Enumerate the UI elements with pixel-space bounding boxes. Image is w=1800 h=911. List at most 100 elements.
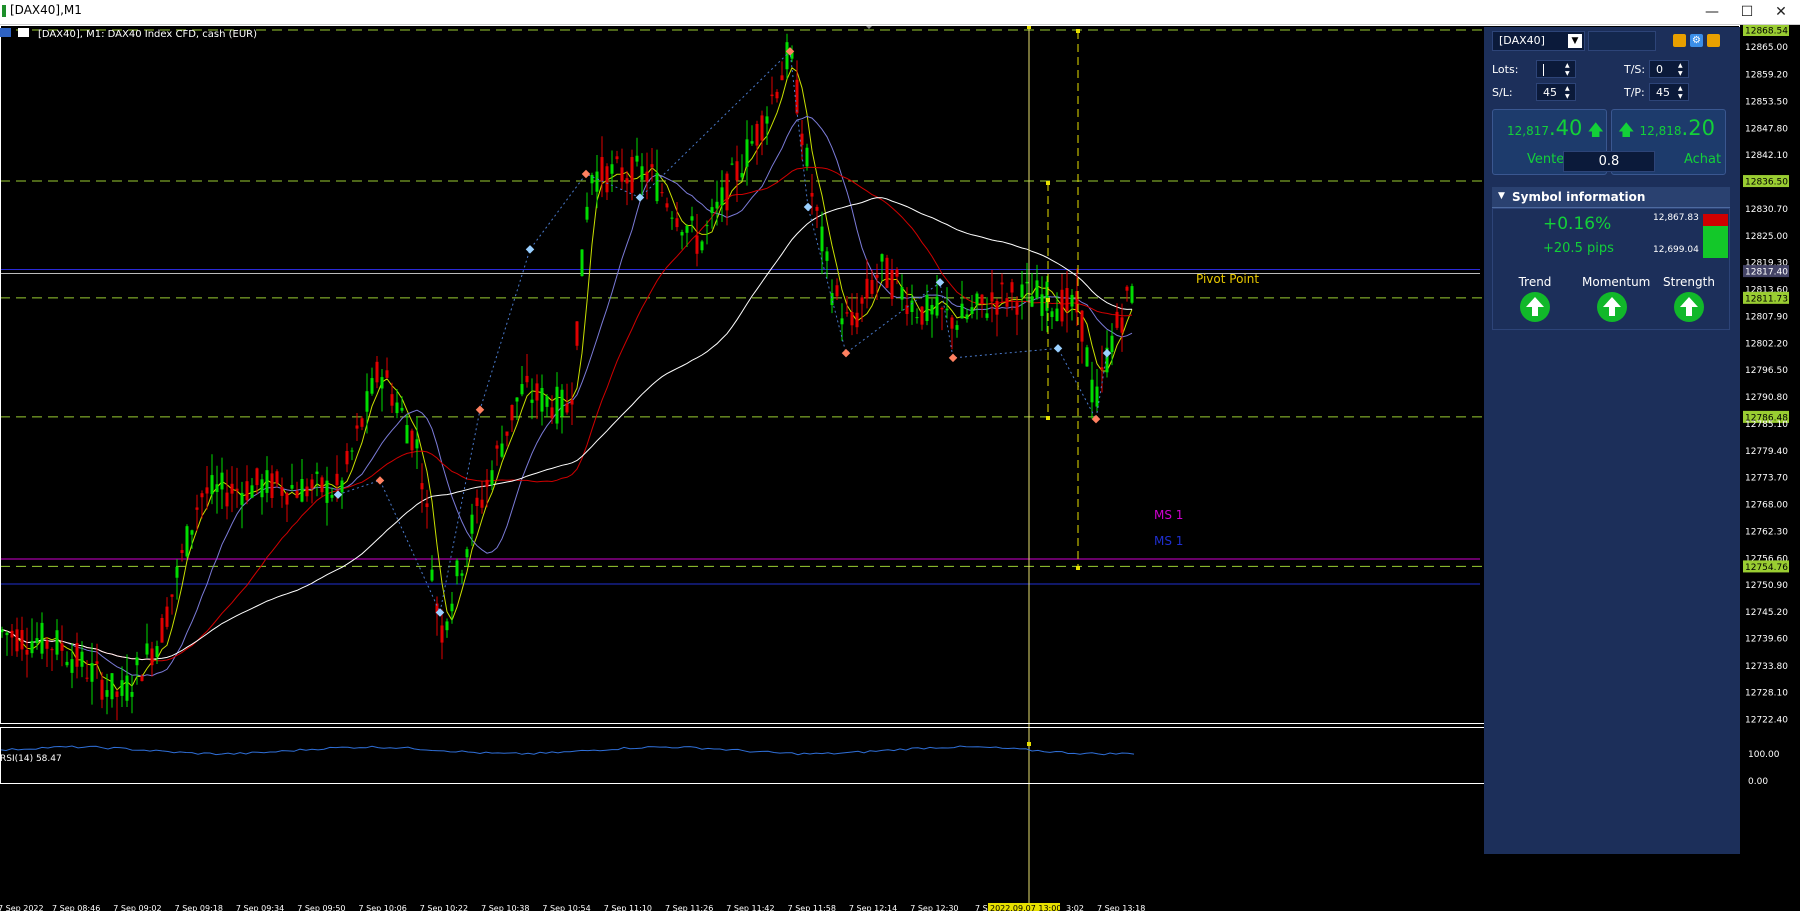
candle — [400, 396, 404, 413]
rsi-frame — [0, 727, 1740, 784]
candle-body — [1050, 311, 1054, 317]
candle-body — [335, 473, 339, 486]
price-tick-label: 12859.20 — [1745, 71, 1788, 81]
maximize-button[interactable]: ☐ — [1732, 1, 1762, 23]
line-anchor-handle[interactable] — [1027, 742, 1031, 746]
candle-body — [30, 640, 34, 654]
candle-body — [255, 468, 259, 486]
candle — [940, 306, 944, 331]
candle-body — [175, 566, 179, 578]
candle-body — [745, 139, 749, 167]
line-anchor-handle[interactable] — [1076, 566, 1080, 570]
price-tick-label: 12722.40 — [1745, 716, 1788, 726]
line-anchor-handle[interactable] — [1046, 181, 1050, 185]
candle — [290, 463, 294, 492]
minimize-button[interactable]: — — [1697, 1, 1727, 23]
time-tick-label: 7 Sep 11:58 — [788, 904, 836, 911]
time-tick-label: 7 Sep 10:38 — [481, 904, 529, 911]
candle — [1100, 345, 1104, 393]
momentum-label: Momentum — [1582, 275, 1651, 289]
candle — [15, 617, 19, 657]
candle-body — [630, 157, 634, 193]
candle-body — [805, 147, 809, 167]
candle-body — [235, 488, 239, 491]
candle — [1030, 272, 1034, 308]
ts-label: T/S: — [1624, 63, 1646, 76]
lots-stepper[interactable]: ▲ ▼ — [1565, 62, 1573, 78]
symbol-search-field[interactable] — [1588, 31, 1656, 51]
candle-body — [120, 680, 124, 696]
candle — [10, 624, 14, 656]
symbol-select[interactable]: [DAX40] ▼ — [1492, 31, 1585, 51]
range-high: 12,867.83 — [1653, 213, 1699, 223]
ts-stepper[interactable]: ▲ ▼ — [1678, 62, 1686, 78]
zigzag-line — [337, 50, 1108, 615]
lots-label: Lots: — [1492, 63, 1519, 76]
candle — [405, 414, 409, 444]
candle-body — [975, 293, 979, 305]
candle-body — [290, 485, 294, 489]
line-anchor-handle[interactable] — [1046, 416, 1050, 420]
candle — [645, 152, 649, 200]
candle-body — [695, 235, 699, 254]
symbol-info-header[interactable]: ▼ Symbol information — [1492, 187, 1730, 208]
candle-body — [145, 643, 149, 655]
candle-body — [495, 445, 499, 449]
candle — [385, 357, 389, 380]
candle-body — [675, 218, 679, 228]
candle — [380, 368, 384, 412]
candle-body — [185, 526, 189, 557]
lots-input[interactable]: ▲ ▼ — [1536, 60, 1576, 78]
line-anchor-handle[interactable] — [1046, 298, 1050, 302]
expand-icon[interactable] — [1707, 34, 1720, 47]
price-tick-label: 12796.50 — [1745, 366, 1788, 376]
candle — [125, 654, 129, 707]
candle-body — [960, 303, 964, 319]
candle-body — [75, 642, 79, 667]
chevron-down-icon[interactable]: ▼ — [1568, 34, 1582, 48]
candle-body — [285, 493, 289, 505]
candle-body — [715, 201, 719, 209]
tp-input[interactable]: 45 ▲ ▼ — [1649, 83, 1689, 101]
candle — [135, 651, 139, 685]
tp-stepper[interactable]: ▲ ▼ — [1678, 85, 1686, 101]
candle-body — [345, 451, 349, 465]
candle-body — [160, 617, 164, 643]
candle-body — [710, 207, 714, 214]
candle — [35, 622, 39, 650]
candle — [250, 477, 254, 499]
time-tick-label: 3:02 — [1066, 904, 1084, 911]
candle-body — [615, 156, 619, 160]
pattern-marker — [841, 348, 851, 358]
candle — [165, 597, 169, 630]
candle-body — [260, 479, 264, 498]
ts-input[interactable]: 0 ▲ ▼ — [1649, 60, 1689, 78]
candle-body — [385, 370, 389, 378]
candle-body — [645, 171, 649, 182]
candle — [915, 308, 919, 324]
pattern-marker — [1091, 414, 1101, 424]
candle — [1005, 292, 1009, 317]
candle-body — [555, 386, 559, 424]
candle-body — [720, 187, 724, 206]
line-anchor-handle[interactable] — [1076, 29, 1080, 33]
candle-body — [70, 659, 74, 673]
buy-price-fraction: .20 — [1681, 116, 1715, 140]
candle — [65, 651, 69, 668]
candle-body — [850, 312, 854, 326]
candle — [320, 475, 324, 498]
candle-body — [150, 648, 154, 666]
sl-stepper[interactable]: ▲ ▼ — [1565, 85, 1573, 101]
candle — [500, 425, 504, 459]
candle-body — [300, 479, 304, 502]
gear-icon[interactable]: ⚙ — [1690, 34, 1703, 47]
copy-icon[interactable] — [1673, 34, 1686, 47]
rsi-line — [0, 745, 1135, 756]
candle-body — [540, 387, 544, 412]
candle-body — [890, 270, 894, 299]
sl-input[interactable]: 45 ▲ ▼ — [1536, 83, 1576, 101]
candle-body — [500, 443, 504, 457]
candle — [345, 443, 349, 473]
close-button[interactable]: ✕ — [1766, 1, 1796, 23]
candle — [275, 469, 279, 488]
